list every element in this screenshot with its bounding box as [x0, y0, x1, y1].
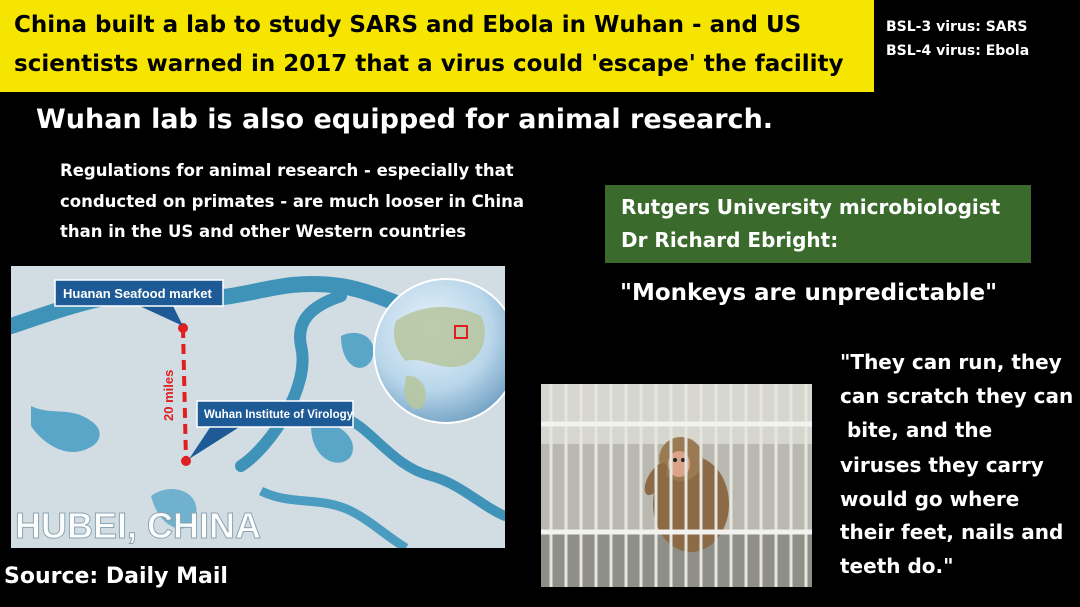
source-credit: Source: Daily Mail: [4, 564, 228, 589]
headline-line-2: scientists warned in 2017 that a virus c…: [14, 51, 844, 77]
monkey-eye-right: [681, 458, 685, 462]
market-marker: [178, 323, 188, 333]
institute-marker: [181, 456, 191, 466]
regulations-line-2: conducted on primates - are much looser …: [60, 192, 525, 211]
regulations-line-1: Regulations for animal research - especi…: [60, 161, 514, 180]
regulations-line-3: than in the US and other Western countri…: [60, 222, 467, 241]
expert-box: Rutgers University microbiologist Dr Ric…: [605, 185, 1031, 263]
headline-line-1: China built a lab to study SARS and Ebol…: [14, 12, 802, 38]
expert-line-2: Dr Richard Ebright:: [621, 228, 839, 252]
region-label: HUBEI, CHINA: [15, 505, 261, 546]
quote-line-5: would go where: [840, 487, 1020, 511]
quote-headline: "Monkeys are unpredictable": [620, 280, 998, 306]
bsl3-note: BSL-3 virus: SARS: [886, 19, 1028, 35]
quote-line-7: teeth do.": [840, 554, 954, 578]
market-label: Huanan Seafood market: [63, 286, 212, 301]
subheading: Wuhan lab is also equipped for animal re…: [36, 104, 774, 135]
monkey-eye-left: [673, 458, 677, 462]
headline-banner: China built a lab to study SARS and Ebol…: [0, 0, 874, 92]
bsl4-note: BSL-4 virus: Ebola: [886, 43, 1030, 59]
expert-line-1: Rutgers University microbiologist: [621, 195, 1001, 219]
quote-line-6: their feet, nails and: [840, 520, 1064, 544]
globe-asia: [394, 306, 485, 368]
caged-monkey-photo: [541, 384, 812, 587]
institute-label: Wuhan Institute of Virology: [204, 409, 354, 421]
wuhan-map: 20 miles Huanan Seafood market Wuhan Ins…: [11, 266, 505, 548]
quote-line-3: bite, and the: [840, 418, 993, 442]
quote-line-1: "They can run, they: [840, 350, 1062, 374]
quote-line-4: viruses they carry: [840, 453, 1044, 477]
quote-line-2: can scratch they can: [840, 384, 1074, 408]
distance-label: 20 miles: [161, 370, 176, 421]
